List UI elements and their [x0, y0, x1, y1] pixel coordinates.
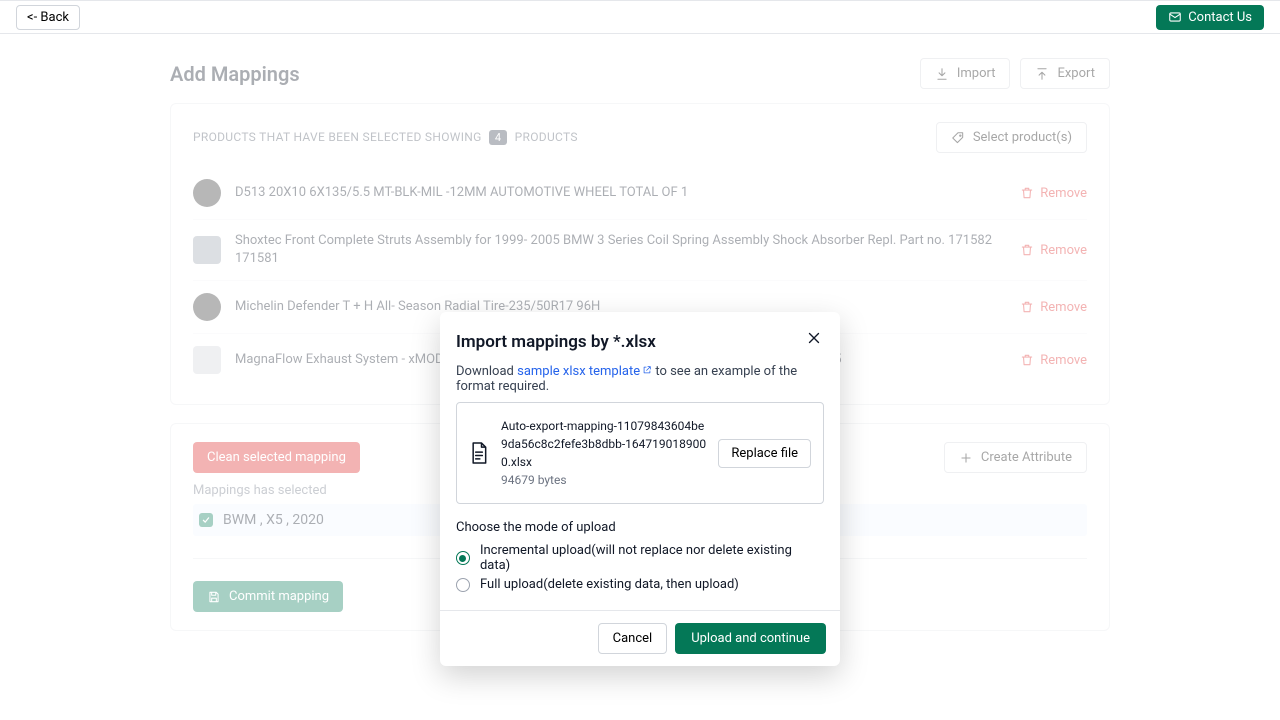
file-size: 94679 bytes — [501, 471, 706, 489]
contact-us-button[interactable]: Contact Us — [1156, 5, 1264, 30]
selected-file-box: Auto-export-mapping-11079843604be9da56c8… — [456, 402, 824, 504]
radio-icon — [456, 551, 470, 565]
back-button[interactable]: <- Back — [16, 5, 80, 30]
upload-mode-label: Choose the mode of upload — [456, 520, 824, 535]
mail-icon — [1168, 10, 1182, 24]
import-modal: Import mappings by *.xlsx Download sampl… — [440, 312, 840, 666]
replace-file-button[interactable]: Replace file — [718, 439, 811, 468]
modal-title: Import mappings by *.xlsx — [454, 332, 826, 352]
upload-mode-incremental[interactable]: Incremental upload(will not replace nor … — [456, 543, 824, 573]
top-bar: <- Back Contact Us — [0, 0, 1280, 34]
upload-mode-full[interactable]: Full upload(delete existing data, then u… — [456, 577, 824, 592]
contact-us-label: Contact Us — [1188, 10, 1252, 25]
file-icon — [469, 441, 489, 465]
cancel-button[interactable]: Cancel — [598, 623, 668, 654]
file-name: Auto-export-mapping-11079843604be9da56c8… — [501, 417, 706, 471]
modal-close-button[interactable] — [802, 326, 826, 350]
sample-template-link[interactable]: sample xlsx template — [517, 364, 655, 379]
close-icon — [805, 329, 823, 347]
download-hint: Download sample xlsx template to see an … — [454, 364, 826, 394]
external-link-icon — [642, 365, 652, 375]
radio-icon — [456, 578, 470, 592]
upload-continue-button[interactable]: Upload and continue — [675, 623, 826, 654]
